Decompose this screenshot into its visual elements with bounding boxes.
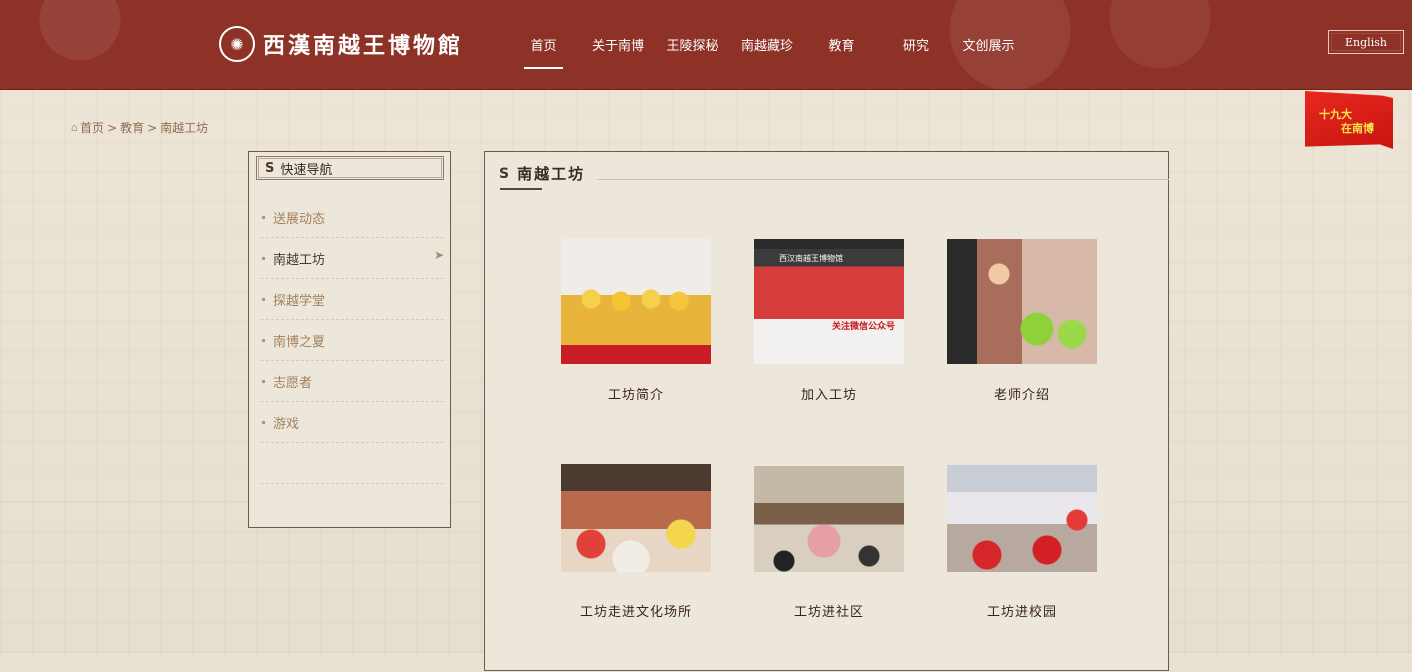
workshop-content: S 南越工坊 工坊简介 西汉南越王博物馆 关注微信公众号 加入工坊 老师介绍 工… bbox=[484, 151, 1169, 671]
sidebar-item-label: 南越工坊 bbox=[273, 252, 326, 268]
nav-home[interactable]: 首页 bbox=[509, 0, 578, 89]
site-header: ✺ 西漢南越王博物館 首页 关于南博 王陵探秘 南越藏珍 教育 研究 文创展示 … bbox=[0, 0, 1412, 90]
main-nav: 首页 关于南博 王陵探秘 南越藏珍 教育 研究 文创展示 bbox=[509, 0, 1021, 89]
card-thumbnail[interactable] bbox=[561, 239, 711, 364]
party-congress-flag[interactable]: 十九大 在南博 bbox=[1305, 91, 1393, 149]
card-thumbnail[interactable] bbox=[947, 465, 1097, 572]
nav-about[interactable]: 关于南博 bbox=[578, 0, 658, 89]
nav-collection[interactable]: 南越藏珍 bbox=[727, 0, 807, 89]
card-culture-venues[interactable]: 工坊走进文化场所 bbox=[561, 464, 711, 620]
card-thumbnail[interactable]: 西汉南越王博物馆 关注微信公众号 bbox=[754, 239, 904, 364]
breadcrumb-separator: > bbox=[147, 120, 158, 135]
breadcrumb-education[interactable]: 教育 bbox=[120, 119, 144, 136]
bullet-icon bbox=[262, 338, 265, 342]
logo-seal-icon: ✺ bbox=[219, 26, 255, 62]
bullet-icon bbox=[262, 420, 265, 424]
english-button[interactable]: English bbox=[1328, 30, 1404, 54]
breadcrumb-current: 南越工坊 bbox=[160, 121, 209, 135]
card-caption[interactable]: 老师介绍 bbox=[947, 384, 1097, 403]
sidebar-item-exhibitions[interactable]: 送展动态 bbox=[261, 197, 444, 238]
flag-text-line2: 在南博 bbox=[1341, 122, 1374, 135]
card-teachers[interactable]: 老师介绍 bbox=[947, 239, 1097, 403]
sidebar-title-text: 快速导航 bbox=[280, 162, 333, 178]
seal-icon: S bbox=[265, 160, 275, 176]
site-logo[interactable]: ✺ 西漢南越王博物館 bbox=[219, 26, 463, 62]
sidebar-item-label: 探越学堂 bbox=[273, 293, 326, 309]
card-join[interactable]: 西汉南越王博物馆 关注微信公众号 加入工坊 bbox=[754, 239, 904, 403]
card-school[interactable]: 工坊进校园 bbox=[947, 465, 1097, 620]
nav-tomb[interactable]: 王陵探秘 bbox=[658, 0, 727, 89]
thumb-text: 关注微信公众号 bbox=[832, 322, 896, 332]
card-caption[interactable]: 加入工坊 bbox=[754, 384, 904, 403]
card-caption[interactable]: 工坊简介 bbox=[561, 384, 711, 403]
bullet-icon bbox=[262, 379, 265, 383]
breadcrumb: ⌂ 首页 > 教育 > 南越工坊 bbox=[71, 119, 208, 136]
sidebar-item-label: 游戏 bbox=[273, 416, 300, 432]
thumb-text: 西汉南越王博物馆 bbox=[779, 254, 843, 263]
sidebar-item-volunteers[interactable]: 志愿者 bbox=[261, 361, 444, 402]
sidebar-spacer bbox=[261, 443, 444, 484]
quick-nav-sidebar: S 快速导航 送展动态 南越工坊 ➤ 探越学堂 南博之夏 志愿者 游戏 bbox=[248, 151, 451, 528]
nav-creative[interactable]: 文创展示 bbox=[956, 0, 1021, 89]
nav-education[interactable]: 教育 bbox=[807, 0, 876, 89]
sidebar-title: S 快速导航 bbox=[256, 156, 444, 180]
card-thumbnail[interactable] bbox=[561, 464, 711, 572]
card-community[interactable]: 工坊进社区 bbox=[754, 466, 904, 620]
nav-research[interactable]: 研究 bbox=[876, 0, 956, 89]
card-intro[interactable]: 工坊简介 bbox=[561, 239, 711, 403]
home-icon: ⌂ bbox=[71, 121, 78, 134]
workshop-grid: 工坊简介 西汉南越王博物馆 关注微信公众号 加入工坊 老师介绍 工坊走进文化场所… bbox=[485, 152, 1170, 672]
card-thumbnail[interactable] bbox=[947, 239, 1097, 364]
breadcrumb-home[interactable]: 首页 bbox=[80, 119, 104, 136]
card-caption[interactable]: 工坊进社区 bbox=[754, 601, 904, 620]
logo-text: 西漢南越王博物館 bbox=[263, 33, 464, 59]
bullet-icon bbox=[262, 215, 265, 219]
sidebar-item-summer[interactable]: 南博之夏 bbox=[261, 320, 444, 361]
card-thumbnail[interactable] bbox=[754, 466, 904, 572]
card-caption[interactable]: 工坊进校园 bbox=[947, 601, 1097, 620]
bullet-icon bbox=[262, 297, 265, 301]
sidebar-item-label: 南博之夏 bbox=[273, 334, 326, 350]
sidebar-item-label: 志愿者 bbox=[273, 375, 313, 391]
bullet-icon bbox=[262, 256, 265, 260]
sidebar-item-label: 送展动态 bbox=[273, 211, 326, 227]
card-caption[interactable]: 工坊走进文化场所 bbox=[561, 601, 711, 620]
arrow-right-icon: ➤ bbox=[433, 248, 444, 262]
sidebar-item-games[interactable]: 游戏 bbox=[261, 402, 444, 443]
sidebar-item-workshop[interactable]: 南越工坊 ➤ bbox=[261, 238, 444, 279]
sidebar-item-classroom[interactable]: 探越学堂 bbox=[261, 279, 444, 320]
sidebar-list: 送展动态 南越工坊 ➤ 探越学堂 南博之夏 志愿者 游戏 bbox=[261, 197, 444, 484]
breadcrumb-separator: > bbox=[107, 120, 118, 135]
